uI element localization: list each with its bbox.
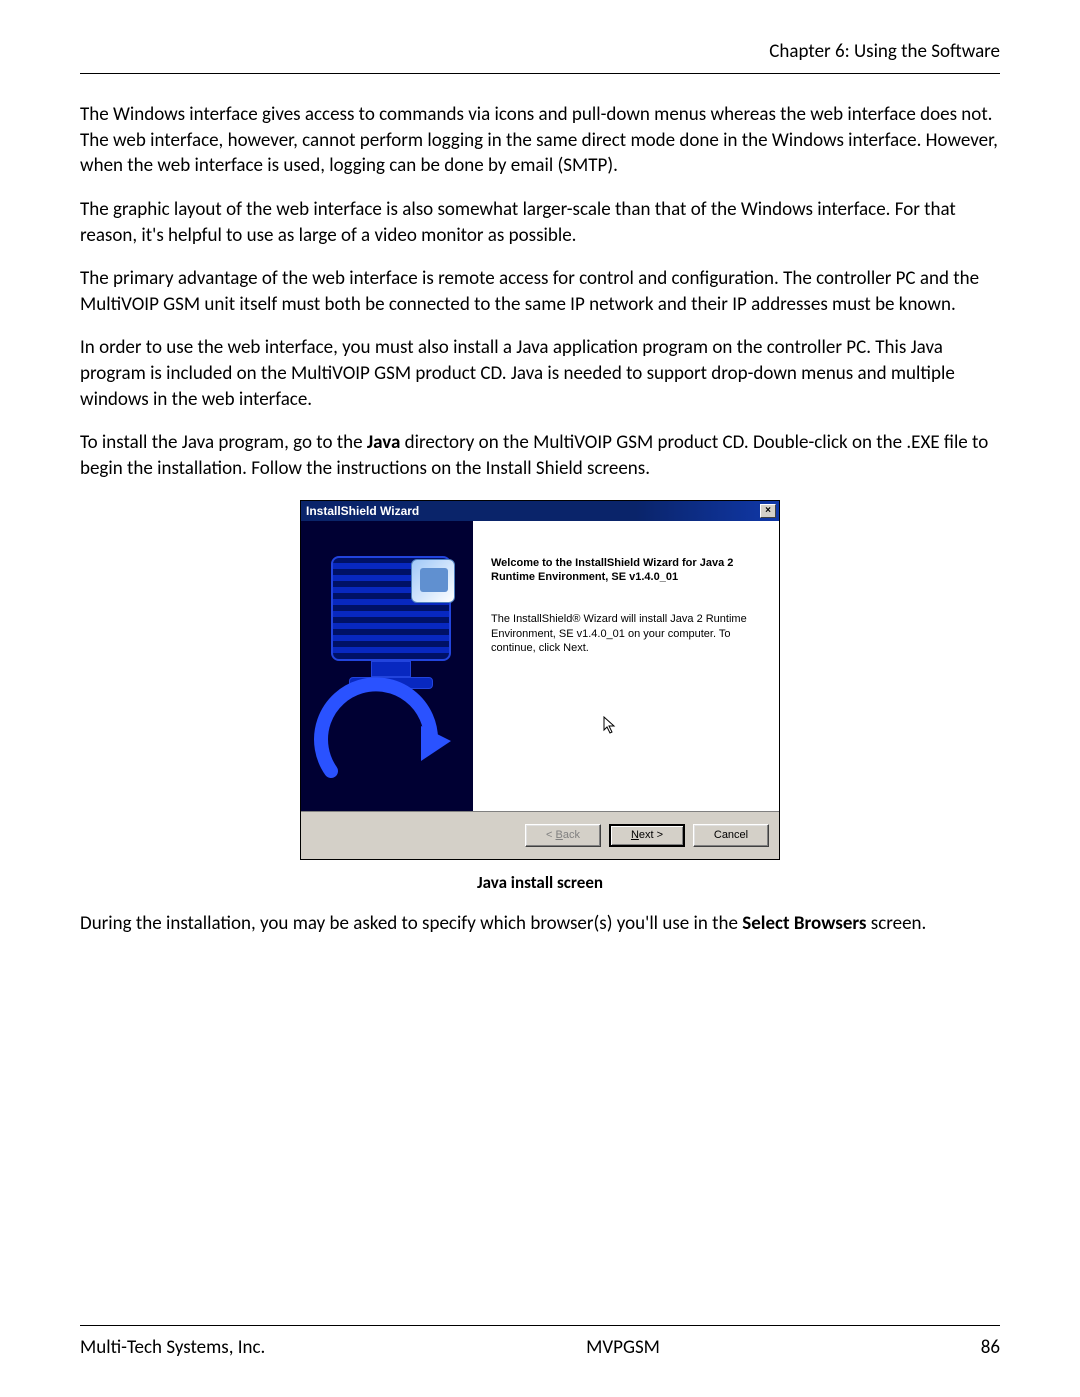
body-paragraph: In order to use the web interface, you m… [80,335,1000,412]
text-bold: Select Browsers [742,912,866,935]
cursor-icon [603,716,617,739]
page-footer: Multi-Tech Systems, Inc. MVPGSM 86 [80,1325,1000,1359]
button-label-rest: ack [563,829,580,841]
close-icon: × [765,506,771,516]
close-button[interactable]: × [760,504,776,518]
body-paragraph: The Windows interface gives access to co… [80,102,1000,179]
next-button[interactable]: Next > [609,824,685,847]
body-paragraph: To install the Java program, go to the J… [80,430,1000,481]
page-header: Chapter 6: Using the Software [80,40,1000,74]
button-label-rest: ext > [639,829,663,841]
text-bold: Java [367,431,401,454]
button-mnemonic: B [556,829,563,841]
arrow-swirl-icon [311,671,461,791]
footer-center: MVPGSM [586,1336,660,1359]
footer-page-number: 86 [981,1336,1000,1359]
dialog-titlebar: InstallShield Wizard × [301,501,779,521]
text-run: To install the Java program, go to the [80,431,367,454]
dialog-button-row: < Back Next > Cancel [301,811,779,859]
body-paragraph: The primary advantage of the web interfa… [80,266,1000,317]
figure-caption: Java install screen [80,872,1000,893]
back-button[interactable]: < Back [525,824,601,847]
wizard-body-text: The InstallShield® Wizard will install J… [491,612,759,655]
dialog-content: Welcome to the InstallShield Wizard for … [473,521,779,811]
chapter-title: Chapter 6: Using the Software [769,40,1000,63]
dialog-title: InstallShield Wizard [306,504,419,518]
installshield-dialog: InstallShield Wizard × Welcome to the [300,500,780,860]
button-prefix: < [546,829,552,841]
dialog-sidebar-art [301,521,473,811]
text-run: screen. [867,912,927,935]
button-label: Cancel [714,829,748,841]
body-paragraph: The graphic layout of the web interface … [80,197,1000,248]
dialog-body: Welcome to the InstallShield Wizard for … [301,521,779,811]
footer-left: Multi-Tech Systems, Inc. [80,1336,265,1359]
wizard-heading: Welcome to the InstallShield Wizard for … [491,556,759,585]
text-run: During the installation, you may be aske… [80,912,742,935]
cancel-button[interactable]: Cancel [693,824,769,847]
button-mnemonic: N [631,829,639,841]
body-paragraph: During the installation, you may be aske… [80,911,1000,937]
software-box-icon [411,559,455,603]
